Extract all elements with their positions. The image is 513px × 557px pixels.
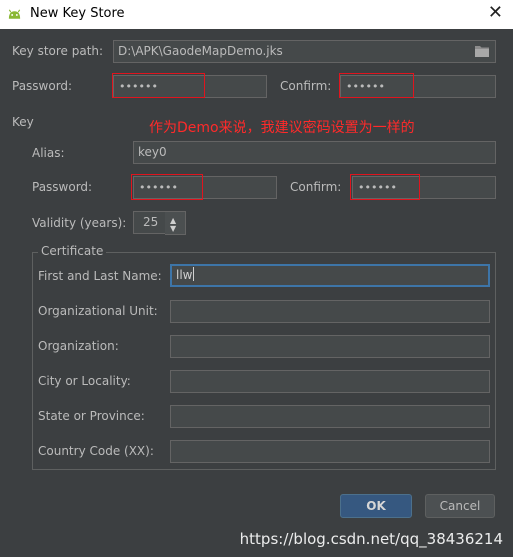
key-confirm-label: Confirm: (290, 180, 342, 194)
keystore-password-label: Password: (12, 79, 73, 93)
state-label: State or Province: (38, 409, 145, 423)
folder-icon[interactable] (475, 45, 489, 57)
annotation-text: 作为Demo来说，我建议密码设置为一样的 (149, 120, 415, 136)
highlight-box (339, 73, 414, 98)
highlight-box (131, 174, 203, 200)
watermark-text: https://blog.csdn.net/qq_38436214 (239, 530, 503, 548)
highlight-box (350, 174, 420, 200)
country-code-field[interactable] (170, 440, 490, 463)
first-last-name-value: llw (176, 268, 193, 282)
org-unit-label: Organizational Unit: (38, 304, 158, 318)
highlight-box (112, 73, 205, 98)
cancel-button[interactable]: Cancel (425, 494, 495, 518)
close-icon[interactable]: ✕ (488, 3, 503, 23)
key-section-label: Key (12, 115, 34, 129)
validity-field[interactable]: 25 (133, 211, 166, 234)
city-field[interactable] (170, 370, 490, 393)
android-icon (8, 9, 21, 19)
first-last-name-label: First and Last Name: (38, 269, 162, 283)
certificate-title: Certificate (38, 244, 107, 258)
key-password-label: Password: (32, 180, 93, 194)
city-label: City or Locality: (38, 374, 131, 388)
spinner-arrows-icon[interactable]: ▲ ▼ (165, 211, 186, 235)
validity-label: Validity (years): (32, 216, 127, 230)
keystore-path-value: D:\APK\GaodeMapDemo.jks (118, 44, 283, 58)
state-field[interactable] (170, 405, 490, 428)
title-bar: New Key Store ✕ (0, 0, 513, 29)
ok-button[interactable]: OK (340, 494, 412, 518)
keystore-path-field[interactable]: D:\APK\GaodeMapDemo.jks (113, 40, 496, 63)
country-code-label: Country Code (XX): (38, 444, 154, 458)
window-title: New Key Store (30, 6, 125, 21)
keystore-confirm-label: Confirm: (280, 79, 332, 93)
organization-field[interactable] (170, 335, 490, 358)
keystore-path-label: Key store path: (12, 44, 104, 58)
org-unit-field[interactable] (170, 300, 490, 323)
alias-field[interactable]: key0 (133, 141, 496, 164)
organization-label: Organization: (38, 339, 119, 353)
first-last-name-field[interactable]: llw (170, 264, 490, 287)
text-caret (193, 267, 195, 281)
alias-label: Alias: (32, 146, 65, 160)
